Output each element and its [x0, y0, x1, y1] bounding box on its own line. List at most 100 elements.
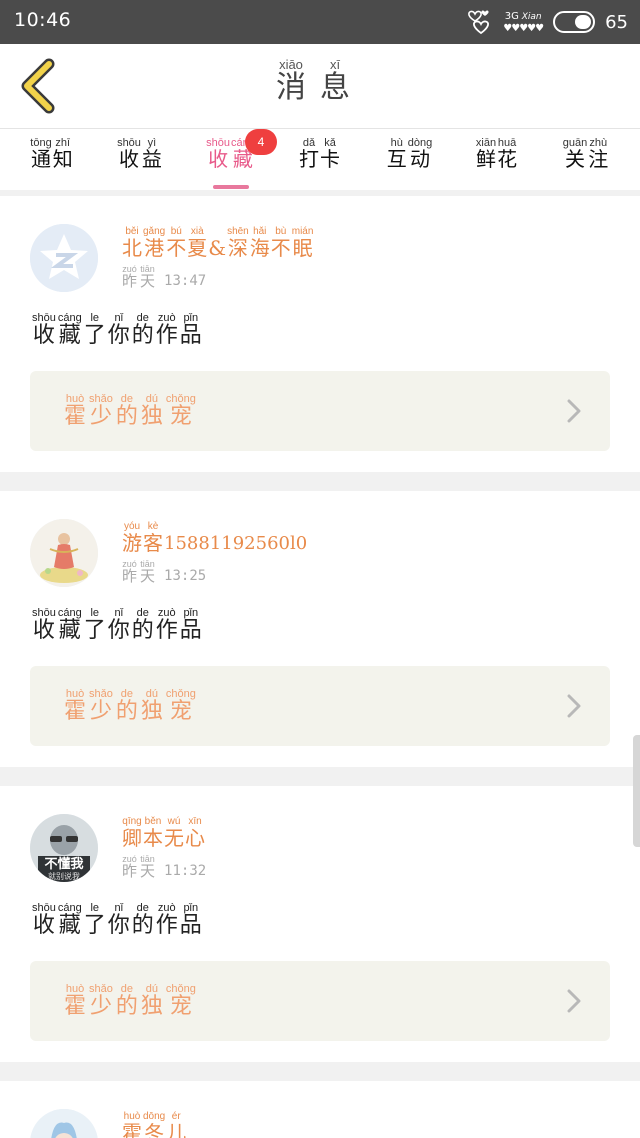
- hanzi: 宠: [169, 994, 192, 1019]
- chevron-right-icon: [567, 399, 581, 423]
- hanzi: 冬: [144, 1121, 165, 1138]
- work-title-char: shǎo 少: [89, 983, 113, 1018]
- hanzi: 作: [155, 913, 178, 938]
- action-char: nǐ 你: [108, 312, 130, 347]
- message-card[interactable]: běi 北 gǎng 港 bú 不 xià 夏 & shēn 深 hǎi 海 bù 不 mián 眠 zuó 昨 t…: [0, 196, 640, 472]
- hanzi: 的: [131, 913, 154, 938]
- avatar[interactable]: 不懂我 就别说我: [30, 814, 98, 882]
- hanzi: 息: [320, 70, 350, 105]
- signal-icon: ♥♥♥♥♥: [503, 22, 544, 34]
- hanzi: 天: [140, 272, 156, 290]
- tab-shōu-yì[interactable]: shōu 收 yì 益: [110, 137, 170, 189]
- user-name[interactable]: yóu 游 kè 客 15881192560l0: [122, 521, 307, 554]
- tab-xiān-huā[interactable]: xiān 鲜 huā 花: [467, 137, 527, 189]
- scroll-handle[interactable]: [633, 735, 640, 847]
- hanzi: 注: [588, 147, 609, 171]
- work-link[interactable]: huò 霍 shǎo 少 de 的 dú 独 chǒng 宠: [30, 961, 610, 1041]
- hanzi: 天: [140, 567, 156, 585]
- time-text: 13:25: [164, 567, 207, 584]
- work-title-char: dú 独: [141, 688, 163, 723]
- hanzi: 夏: [187, 236, 208, 260]
- work-link[interactable]: huò 霍 shǎo 少 de 的 dú 独 chǒng 宠: [30, 666, 610, 746]
- message-card[interactable]: 不懂我 就别说我 qīng 卿 běn 本 wú 无 xīn 心 zuó 昨 tiān 天 11:32 shō…: [0, 786, 640, 1062]
- hanzi: 宠: [169, 404, 192, 429]
- toggle-icon: [553, 11, 596, 33]
- action-text: shōu 收 cáng 藏 le 了 nǐ 你 de 的 zuò 作 pǐn 品: [32, 312, 204, 347]
- hanzi: 昨: [122, 567, 138, 585]
- action-char: nǐ 你: [108, 607, 130, 642]
- hanzi: 互: [386, 147, 407, 171]
- title-char: xī 息: [320, 58, 350, 104]
- work-title-char: shǎo 少: [89, 688, 113, 723]
- work-title-char: dú 独: [141, 393, 163, 428]
- dancer-avatar-icon: [30, 519, 98, 587]
- user-name-char: běn 本: [143, 816, 163, 849]
- work-title-char: chǒng 宠: [166, 393, 196, 428]
- hanzi: 花: [497, 147, 518, 171]
- action-char: cáng 藏: [58, 902, 82, 937]
- work-link[interactable]: huò 霍 shǎo 少 de 的 dú 独 chǒng 宠: [30, 371, 610, 451]
- message-card[interactable]: huò 霍 dōng 冬 ér 儿: [0, 1081, 640, 1138]
- message-card[interactable]: yóu 游 kè 客 15881192560l0 zuó 昨 tiān 天 13:25 shōu 收 c…: [0, 491, 640, 767]
- hanzi: 知: [52, 147, 73, 171]
- network-type: 3G: [504, 10, 519, 22]
- tab-tōng-zhī[interactable]: tōng 通 zhī 知: [22, 137, 82, 189]
- user-name-char: hǎi 海: [250, 226, 270, 259]
- work-title-char: de 的: [116, 393, 138, 428]
- action-text: shōu 收 cáng 藏 le 了 nǐ 你 de 的 zuò 作 pǐn 品: [32, 607, 204, 642]
- hanzi: 独: [140, 994, 163, 1019]
- action-char: zuò 作: [156, 902, 178, 937]
- work-title-char: de 的: [116, 983, 138, 1018]
- hanzi: 收: [208, 147, 229, 171]
- action-char: shōu 收: [32, 607, 56, 642]
- tab-shōu-cáng[interactable]: shōu 收 cáng 藏 4: [201, 129, 277, 189]
- hanzi: 无: [164, 826, 184, 850]
- hanzi: 的: [131, 618, 154, 643]
- hanzi: 霍: [64, 994, 87, 1019]
- user-id: 15881192560l0: [164, 533, 308, 554]
- user-name-char: &: [208, 226, 226, 259]
- tab-dǎ-kǎ[interactable]: dǎ 打 kǎ 卡: [290, 137, 350, 189]
- hanzi: 藏: [58, 323, 81, 348]
- hanzi: 本: [143, 826, 163, 850]
- hanzi: 关: [564, 147, 585, 171]
- hanzi: 昨: [122, 272, 138, 290]
- hanzi: 深: [227, 236, 248, 260]
- hanzi: 北: [122, 236, 142, 260]
- avatar-subcaption: 就别说我: [48, 872, 80, 881]
- work-title-char: huò 霍: [64, 983, 86, 1018]
- tab-bar: tōng 通 zhī 知 shōu 收 yì 益 shōu 收 cáng 藏 4 dǎ 打 kǎ 卡 hù 互 dòn…: [0, 128, 640, 190]
- hanzi: 打: [299, 147, 319, 171]
- action-char: pǐn 品: [180, 312, 202, 347]
- user-name-char: yóu 游: [122, 521, 142, 554]
- hanzi: 港: [144, 236, 165, 260]
- action-char: de 的: [132, 607, 154, 642]
- hanzi: 少: [89, 699, 112, 724]
- hanzi: 收: [32, 913, 55, 938]
- avatar[interactable]: [30, 1109, 98, 1138]
- timestamp: zuó 昨 tiān 天 13:47: [122, 264, 206, 290]
- signal-indicator: 3G Xian ♥♥♥♥♥: [503, 10, 544, 34]
- work-title-char: de 的: [116, 688, 138, 723]
- user-name-char: ér 儿: [166, 1111, 186, 1138]
- hanzi: 客: [143, 531, 163, 555]
- work-title: huò 霍 shǎo 少 de 的 dú 独 chǒng 宠: [64, 983, 199, 1018]
- unread-badge: 4: [245, 129, 277, 155]
- hanzi: 的: [115, 699, 138, 724]
- tab-guān-zhù[interactable]: guān 关 zhù 注: [556, 137, 616, 189]
- hanzi: 通: [30, 147, 51, 171]
- user-name[interactable]: běi 北 gǎng 港 bú 不 xià 夏 & shēn 深 hǎi 海 bù 不 mián 眠: [122, 226, 314, 259]
- user-name-char: qīng 卿: [122, 816, 142, 849]
- tab-label-char: tōng 通: [30, 137, 51, 170]
- work-title-char: chǒng 宠: [166, 983, 196, 1018]
- user-name-char: kè 客: [143, 521, 163, 554]
- action-char: zuò 作: [156, 312, 178, 347]
- tab-hù-dòng[interactable]: hù 互 dòng 动: [380, 137, 440, 189]
- avatar[interactable]: [30, 224, 98, 292]
- tab-label-char: zhī 知: [53, 137, 73, 170]
- user-name[interactable]: qīng 卿 běn 本 wú 无 xīn 心: [122, 816, 206, 849]
- avatar[interactable]: [30, 519, 98, 587]
- hanzi: 动: [409, 147, 430, 171]
- user-name[interactable]: huò 霍 dōng 冬 ér 儿: [122, 1111, 187, 1138]
- hanzi: 了: [83, 913, 106, 938]
